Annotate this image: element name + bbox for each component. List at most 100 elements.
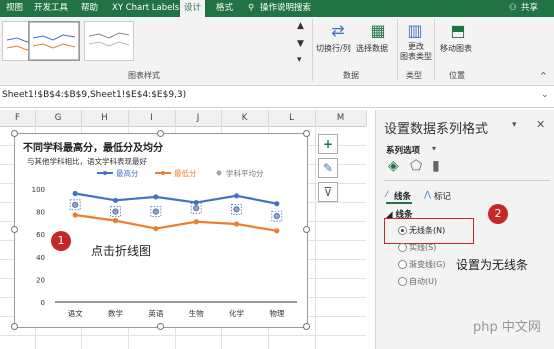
tab-line[interactable]: 线条 [394,190,411,202]
data-point [193,199,199,206]
average-point [273,213,280,220]
pane-dropdown-icon[interactable]: ▾ [512,120,517,130]
average-point [193,205,200,212]
series-options-dropdown[interactable]: 系列选项 [386,144,420,156]
select-data-icon: ▦ [370,21,386,40]
select-data-button[interactable]: 选择数据 [356,43,388,54]
resize-handle[interactable] [303,130,310,137]
data-point [233,221,240,227]
data-point [274,228,280,234]
chevron-down-icon[interactable]: ▾ [432,144,436,153]
y-tick-label: 0 [41,299,45,307]
column-header[interactable]: J [175,110,222,126]
formula-text[interactable]: Sheet1!$B$4:$B$9,Sheet1!$E$4:$E$9,3) [2,90,186,100]
switch-row-col-button[interactable]: 切换行/列 [316,43,351,54]
column-header[interactable]: I [128,110,176,126]
effects-icon[interactable]: ⬠ [410,158,422,174]
data-point [193,219,199,225]
legend-marker [103,171,107,175]
column-header[interactable]: L [268,110,316,126]
x-tick-label: 化学 [229,308,244,318]
legend-marker [161,171,165,175]
scroll-down-icon[interactable]: ▼ [297,39,304,49]
column-header[interactable]: G [35,110,82,126]
no-line-radio[interactable] [398,226,407,235]
tab-help[interactable]: 帮助 [77,0,102,17]
tab-xy-chart-labels[interactable]: XY Chart Labels [108,0,183,17]
average-point [72,201,79,208]
chart-area[interactable]: 不同学科最高分，最低分及均分 与其他学科相比，语文学科表现最好 0 20 40 60 8… [14,133,308,328]
resize-handle[interactable] [303,226,310,233]
location-group-label: 位置 [449,71,465,80]
series-line [75,213,278,232]
automatic-line-radio[interactable] [398,277,407,286]
average-point [233,206,240,213]
data-point [72,212,78,218]
chart-styles-brush-icon[interactable]: ✎ [318,158,338,178]
x-tick-label: 数学 [108,308,123,318]
chart-styles-group-label: 图表样式 [128,71,160,80]
column-header[interactable]: K [221,110,269,126]
column-header[interactable]: F [0,110,36,126]
ribbon-tab-bar: 视图 开发工具 帮助 XY Chart Labels 设计 格式 ⚲ 操作说明搜… [0,0,554,17]
column-header[interactable]: M [315,110,367,126]
solid-line-label[interactable]: 实线(S) [409,242,436,253]
move-chart-icon: ⬒ [450,21,466,40]
average-point [112,208,119,215]
marker-tab-icon: ⋀ [424,190,431,200]
chart-filter-icon[interactable]: ⊽ [318,182,338,202]
gradient-line-radio[interactable] [398,260,407,269]
expand-formula-icon[interactable]: ⌄ [541,90,549,100]
search-hint[interactable]: 操作说明搜索 [256,0,315,17]
resize-handle[interactable] [11,130,18,137]
change-chart-type-icon: ▥ [407,21,423,40]
legend-marker [216,170,222,176]
chart-style-thumbnail-selected[interactable] [28,21,80,61]
step-marker-2: 2 [488,204,508,224]
tab-view[interactable]: 视图 [2,0,27,17]
data-point [233,193,240,199]
data-point [153,225,159,232]
x-tick-label: 语文 [68,308,83,318]
series-line [74,192,278,205]
tab-format[interactable]: 格式 [212,0,237,17]
y-tick-label: 40 [36,254,45,262]
change-chart-type-button[interactable]: 更改 图表类型 [400,42,432,62]
scroll-up-icon[interactable]: ▲ [297,21,304,31]
chart-style-thumbnail[interactable] [84,21,134,61]
tab-developer[interactable]: 开发工具 [30,0,72,17]
tab-marker[interactable]: 标记 [434,190,451,202]
tab-design[interactable]: 设计 [180,0,206,17]
fill-line-icon[interactable]: ◈ [388,158,399,174]
divider [312,19,313,81]
solid-line-radio[interactable] [398,243,407,252]
data-point [112,197,119,203]
annotation-click-line: 点击折线图 [91,244,152,258]
move-chart-button[interactable]: 移动图表 [440,43,472,54]
resize-handle[interactable] [157,323,164,330]
share-button[interactable]: 共享 [517,0,542,17]
x-tick-label: 英语 [148,308,163,318]
resize-handle[interactable] [11,226,18,233]
column-headers: F G H I J K L M [0,110,367,127]
no-line-label[interactable]: 无线条(N) [409,225,445,236]
column-header[interactable]: H [81,110,129,126]
ribbon: ▲ ▼ ▾ 图表样式 ⇄ 切换行/列 ▦ 选择数据 数据 ▥ 更改 图表类型 类… [0,17,554,86]
legend-label: 最低分 [174,168,197,178]
divider [397,19,398,81]
chart-elements-plus-icon[interactable]: + [318,134,338,154]
automatic-line-label[interactable]: 自动(U) [409,276,437,287]
annotation-set-no-line: 设置为无线条 [456,258,529,272]
y-tick-label: 100 [32,186,45,194]
gradient-line-label[interactable]: 渐变线(G) [409,259,445,270]
active-tab-indicator [386,202,412,204]
y-tick-label: 60 [36,231,45,239]
resize-handle[interactable] [11,323,18,330]
close-icon[interactable]: ✕ [536,118,545,131]
collapse-ribbon-icon[interactable]: ^ [540,71,547,80]
resize-handle[interactable] [303,323,310,330]
resize-handle[interactable] [157,130,164,137]
y-tick-label: 20 [36,276,45,284]
series-options-icon[interactable]: ▮ [432,158,440,174]
more-styles-icon[interactable]: ▾ [297,55,302,65]
